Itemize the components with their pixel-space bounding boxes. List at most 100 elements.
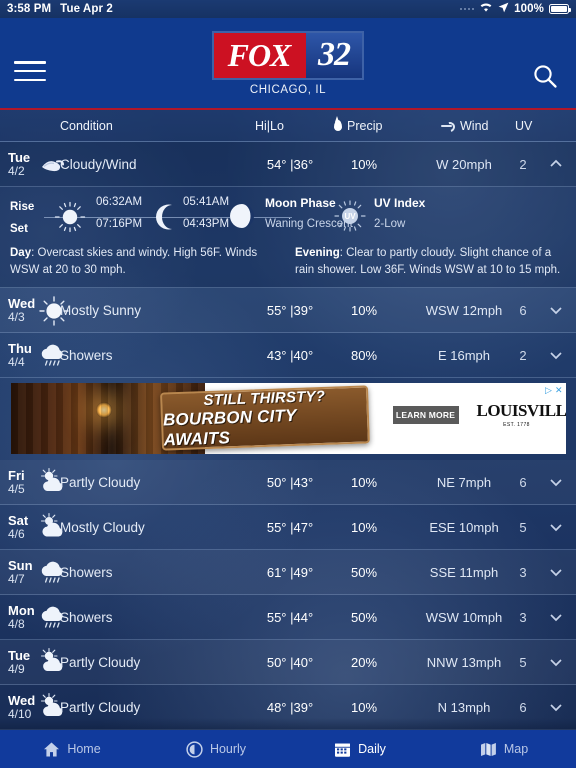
row-wind: E 16mph [437, 347, 491, 363]
chevron-up-icon[interactable] [548, 156, 564, 172]
row-precip: 10% [350, 699, 378, 715]
row-uv: 6 [519, 699, 527, 715]
column-header-precip-label: Precip [347, 118, 383, 133]
column-header-hilo: Hi|Lo [255, 118, 284, 133]
forecast-narrative: Day: Overcast skies and windy. High 56F.… [0, 245, 576, 278]
wind-icon [441, 122, 455, 130]
moonset-time: 04:43PM [183, 218, 230, 230]
row-wind: N 13mph [437, 699, 491, 715]
row-condition: Showers [60, 564, 113, 580]
forecast-row[interactable]: Thu 4/4 Showers 43° |40° 80% E 16mph 2 [0, 333, 576, 379]
column-header-wind-label: Wind [460, 118, 489, 133]
row-precip: 50% [350, 564, 378, 580]
signal-dots-icon [459, 7, 475, 11]
chevron-down-icon[interactable] [548, 609, 564, 625]
map-icon [480, 741, 497, 758]
day-narrative: Day: Overcast skies and windy. High 56F.… [10, 245, 281, 278]
row-condition: Partly Cloudy [60, 699, 141, 715]
row-hilo: 50° |40° [266, 654, 314, 670]
forecast-row[interactable]: Wed 4/10 Partly Cloudy 48° |39° 10% N 13… [0, 685, 576, 731]
uv-index-icon: UV [333, 199, 367, 233]
column-header-uv: UV [515, 118, 533, 133]
row-uv: 2 [519, 347, 527, 363]
chevron-down-icon[interactable] [548, 347, 564, 363]
fox32-logo: FOX 32 [214, 32, 362, 78]
ad-learn-more-button[interactable]: LEARN MORE [392, 406, 459, 425]
ad-close-icon[interactable]: ✕ [555, 385, 563, 396]
status-bar-time: 3:58 PM [7, 3, 52, 15]
evening-narrative-label: Evening [295, 247, 340, 259]
row-uv: 6 [519, 302, 527, 318]
evening-narrative: Evening: Clear to partly cloudy. Slight … [295, 245, 566, 278]
forecast-row[interactable]: Mon 4/8 Showers 55° |44° 50% WSW 10mph 3 [0, 595, 576, 641]
row-wind: WSW 12mph [425, 302, 503, 318]
row-uv: 3 [519, 564, 527, 580]
forecast-column-headers: Condition Hi|Lo Precip Wind UV [0, 110, 576, 142]
sunset-time: 07:16PM [96, 218, 143, 230]
chevron-down-icon[interactable] [548, 519, 564, 535]
location-arrow-icon [498, 2, 509, 16]
forecast-row[interactable]: Sat 4/6 Mostly Cloudy 55° |47° 10% ESE 1… [0, 505, 576, 551]
row-hilo: 54° |36° [266, 156, 314, 172]
ad-choices-icon[interactable]: ▷ [545, 385, 552, 396]
row-wind: SSE 11mph [429, 564, 499, 580]
tab-hourly[interactable]: Hourly [144, 740, 288, 758]
tab-map[interactable]: Map [432, 741, 576, 758]
ad-brand-subtitle: EST. 1778 [503, 422, 530, 429]
logo-fox-text: FOX [214, 32, 306, 78]
rise-label: Rise [10, 201, 35, 213]
row-hilo: 50° |43° [266, 474, 314, 490]
moon-phase-label: Moon Phase [265, 196, 336, 210]
row-uv: 3 [519, 609, 527, 625]
row-uv: 6 [519, 474, 527, 490]
sun-icon [54, 201, 86, 233]
row-condition: Partly Cloudy [60, 474, 141, 490]
svg-text:UV: UV [344, 212, 356, 221]
forecast-row[interactable]: Sun 4/7 Showers 61° |49° 50% SSE 11mph 3 [0, 550, 576, 596]
advertisement-container[interactable]: STILL THIRSTY? BOURBON CITY AWAITS LEARN… [0, 378, 576, 460]
row-hilo: 55° |44° [266, 609, 314, 625]
forecast-row[interactable]: Tue 4/9 Partly Cloudy 50° |40° 20% NNW 1… [0, 640, 576, 686]
day-narrative-text: : Overcast skies and windy. High 56F. Wi… [10, 247, 258, 276]
tab-home[interactable]: Home [0, 741, 144, 758]
row-condition: Cloudy/Wind [60, 156, 137, 172]
row-hilo: 48° |39° [266, 699, 314, 715]
chevron-down-icon[interactable] [548, 699, 564, 715]
column-header-condition: Condition [60, 118, 113, 133]
tab-map-label: Map [503, 742, 529, 756]
ad-controls[interactable]: ▷ ✕ [545, 385, 562, 396]
chevron-down-icon[interactable] [548, 474, 564, 490]
tab-daily[interactable]: Daily [288, 741, 432, 758]
row-condition: Showers [60, 347, 113, 363]
row-condition: Showers [60, 609, 113, 625]
row-precip: 10% [350, 156, 378, 172]
app-header: FOX 32 CHICAGO, IL [0, 18, 576, 108]
chevron-down-icon[interactable] [548, 564, 564, 580]
status-bar-date: Tue Apr 2 [60, 3, 113, 15]
sunrise-time: 06:32AM [96, 196, 143, 208]
forecast-row[interactable]: Tue 4/2 Cloudy/Wind 54° |36° 10% W 20mph… [0, 142, 576, 187]
weather-app-screen: 3:58 PM Tue Apr 2 100% FOX 32 CHICAGO, I… [0, 0, 576, 768]
row-wind: NNW 13mph [426, 654, 502, 670]
forecast-row[interactable]: Fri 4/5 Partly Cloudy 50° |43° 10% NE 7m… [0, 460, 576, 506]
forecast-row[interactable]: Wed 4/3 Mostly Sunny 55° |39° 10% WSW 12… [0, 288, 576, 334]
ad-brand-name: LOUISVILLE [476, 401, 566, 421]
battery-percent: 100% [514, 3, 544, 15]
forecast-list[interactable]: Tue 4/2 Cloudy/Wind 54° |36° 10% W 20mph… [0, 142, 576, 731]
row-precip: 20% [350, 654, 378, 670]
uv-index-label: UV Index [374, 196, 426, 210]
hamburger-menu-icon[interactable] [12, 58, 48, 84]
row-precip: 10% [350, 474, 378, 490]
tab-hourly-label: Hourly [209, 742, 247, 756]
moon-phase-icon [228, 202, 256, 230]
ad-brand-logo: LOUISVILLE EST. 1778 [476, 401, 566, 429]
chevron-down-icon[interactable] [548, 302, 564, 318]
ad-headline-sign: STILL THIRSTY? BOURBON CITY AWAITS [159, 385, 370, 451]
chevron-down-icon[interactable] [548, 654, 564, 670]
advertisement-banner[interactable]: STILL THIRSTY? BOURBON CITY AWAITS LEARN… [10, 383, 566, 455]
row-hilo: 43° |40° [266, 347, 314, 363]
battery-icon [549, 4, 571, 14]
row-wind: ESE 10mph [429, 519, 499, 535]
search-icon[interactable] [532, 63, 558, 89]
row-precip: 80% [350, 347, 378, 363]
